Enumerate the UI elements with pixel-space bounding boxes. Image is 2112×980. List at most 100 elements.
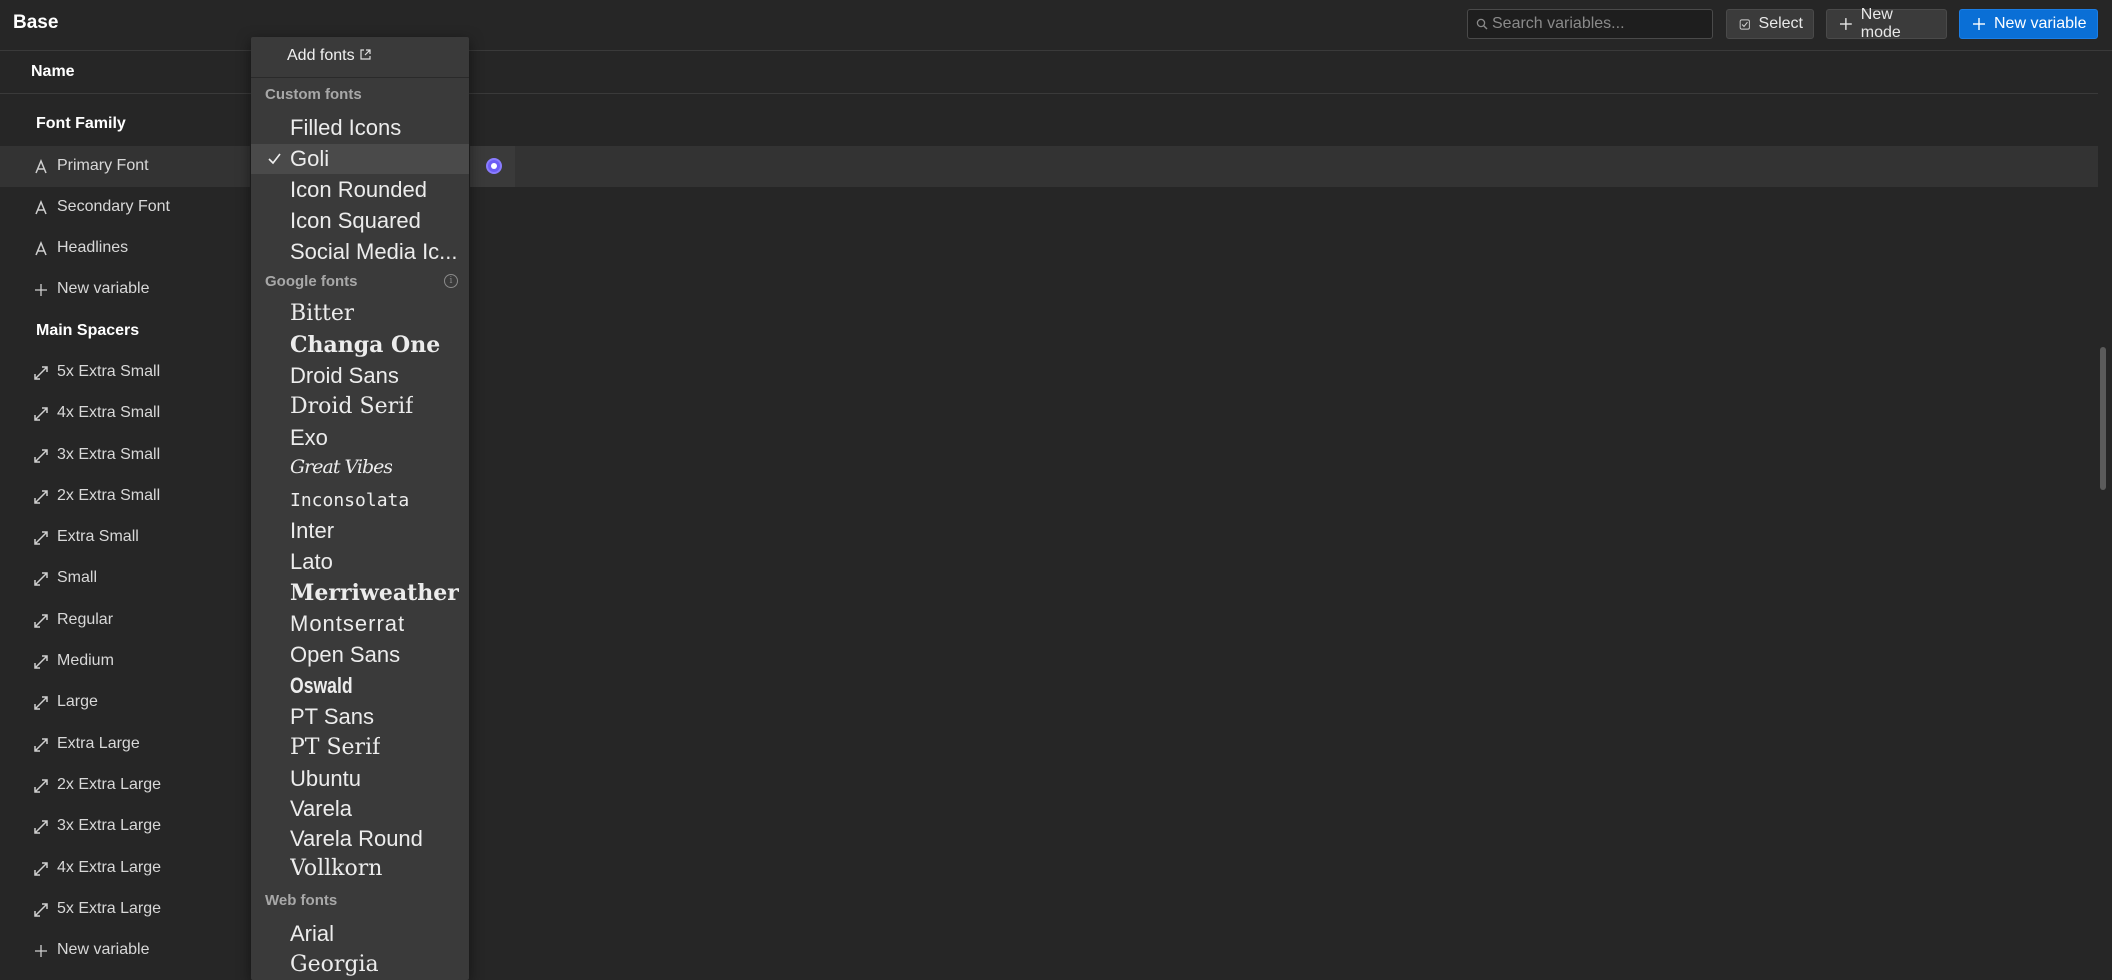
font-option-label: Icon Rounded	[290, 177, 427, 202]
font-option[interactable]: Changa One	[251, 330, 469, 360]
font-option[interactable]: Montserrat	[251, 609, 469, 639]
font-option-label: Droid Serif	[290, 394, 414, 419]
variable-row-spacer[interactable]: 3x Extra Large	[0, 806, 250, 847]
font-option[interactable]: Exo	[251, 423, 469, 453]
group-heading-font-family: Font Family	[36, 115, 126, 132]
collection-title: Base	[13, 12, 59, 33]
font-option[interactable]: Open Sans	[251, 640, 469, 670]
new-mode-label: New mode	[1860, 6, 1901, 41]
font-option[interactable]: Ubuntu	[251, 764, 469, 794]
font-option[interactable]: Droid Sans	[251, 361, 469, 391]
select-button[interactable]: Select	[1726, 9, 1814, 39]
variable-label: Secondary Font	[57, 198, 170, 215]
divider	[251, 77, 469, 78]
variable-row-spacer[interactable]: Medium	[0, 641, 250, 682]
info-icon[interactable]: i	[444, 274, 458, 288]
font-option-label: Goli	[290, 146, 330, 171]
new-variable-label: New variable	[57, 941, 150, 958]
group-heading-main-spacers: Main Spacers	[36, 322, 140, 339]
resize-diagonal-icon	[34, 366, 48, 380]
font-option-label: Droid Sans	[290, 363, 399, 388]
font-option-label: PT Serif	[290, 735, 381, 760]
select-checkbox-icon	[1739, 18, 1750, 30]
font-option-selected[interactable]: Goli	[251, 144, 469, 174]
plus-icon	[1839, 18, 1852, 30]
resize-diagonal-icon	[34, 572, 48, 586]
font-option-label: Varela	[290, 796, 352, 821]
font-option[interactable]: Bitter	[251, 299, 469, 329]
vertical-scrollbar[interactable]	[2100, 347, 2106, 490]
variable-row-spacer[interactable]: Extra Small	[0, 517, 250, 558]
font-option-label: Inter	[290, 518, 335, 543]
checkmark-icon	[268, 153, 281, 165]
add-fonts-link[interactable]: Add fonts	[287, 47, 372, 65]
variable-row-secondary-font[interactable]: Secondary Font	[0, 187, 250, 228]
font-icon	[35, 200, 47, 215]
font-option[interactable]: Merriweather	[251, 578, 469, 608]
resize-diagonal-icon	[34, 738, 48, 752]
resize-diagonal-icon	[34, 655, 48, 669]
variable-row-spacer[interactable]: 5x Extra Large	[0, 889, 250, 930]
resize-diagonal-icon	[34, 862, 48, 876]
font-option-label: Great Vibes	[290, 456, 393, 478]
search-input[interactable]	[1492, 10, 1704, 38]
font-option[interactable]: Lato	[251, 547, 469, 577]
font-option[interactable]: Icon Squared	[251, 206, 469, 236]
variable-label: Extra Small	[57, 528, 139, 545]
font-option[interactable]: Filled Icons	[251, 113, 469, 143]
variable-label: 3x Extra Small	[57, 446, 161, 463]
variable-label: Primary Font	[57, 157, 149, 174]
font-option[interactable]: Droid Serif	[251, 392, 469, 422]
variable-label: 5x Extra Small	[57, 363, 161, 380]
font-option[interactable]: Varela Round	[251, 824, 469, 854]
variable-label: Regular	[57, 611, 114, 628]
variable-row-spacer[interactable]: 3x Extra Small	[0, 435, 250, 476]
plus-icon	[35, 284, 47, 296]
search-field[interactable]	[1467, 9, 1713, 39]
font-option[interactable]: Vollkorn	[251, 854, 469, 884]
variable-row-spacer[interactable]: Small	[0, 558, 250, 599]
font-option-label: Merriweather	[290, 580, 459, 606]
font-option[interactable]: Icon Rounded	[251, 175, 469, 205]
variable-row-headlines[interactable]: Headlines	[0, 228, 250, 269]
variable-row-spacer[interactable]: 2x Extra Small	[0, 476, 250, 517]
font-option[interactable]: Inter	[251, 516, 469, 546]
variable-row-spacer[interactable]: 2x Extra Large	[0, 765, 250, 806]
section-google-fonts: Google fonts	[265, 273, 358, 290]
variable-row-spacer[interactable]: 5x Extra Small	[0, 352, 250, 393]
variable-row-spacer[interactable]: Large	[0, 682, 250, 723]
font-option[interactable]: Social Media Ic...	[251, 237, 469, 267]
new-variable-row[interactable]: New variable	[0, 269, 250, 310]
section-custom-fonts: Custom fonts	[265, 86, 362, 103]
font-option[interactable]: Oswald	[251, 671, 469, 701]
new-variable-button[interactable]: New variable	[1959, 9, 2098, 39]
section-web-fonts: Web fonts	[265, 892, 338, 909]
variable-row-spacer[interactable]: 4x Extra Large	[0, 848, 250, 889]
font-option-label: PT Sans	[290, 704, 374, 729]
variable-row-primary-font[interactable]: Primary Font	[0, 146, 250, 187]
variable-row-spacer[interactable]: Extra Large	[0, 724, 250, 765]
font-option[interactable]: Arial	[251, 919, 469, 949]
new-variable-row[interactable]: New variable	[0, 930, 250, 971]
font-option[interactable]: PT Sans	[251, 702, 469, 732]
variable-row-spacer[interactable]: 4x Extra Small	[0, 393, 250, 434]
font-option-label: Montserrat	[290, 611, 406, 636]
font-option[interactable]: Georgia	[251, 950, 469, 980]
font-option[interactable]: PT Serif	[251, 733, 469, 763]
variable-row-spacer[interactable]: Regular	[0, 600, 250, 641]
font-option-label: Inconsolata	[290, 490, 410, 511]
font-option-label: Varela Round	[290, 826, 423, 851]
resize-diagonal-icon	[34, 779, 48, 793]
resize-diagonal-icon	[34, 407, 48, 421]
font-option[interactable]: Great Vibes	[251, 454, 469, 484]
font-option-label: Arial	[290, 921, 335, 946]
variable-label: 2x Extra Large	[57, 776, 162, 793]
mode-radio-selected[interactable]	[486, 158, 502, 174]
variable-label: Medium	[57, 652, 114, 669]
new-mode-button[interactable]: New mode	[1826, 6, 1947, 41]
new-variable-label: New variable	[57, 280, 150, 297]
new-variable-label: New variable	[1994, 15, 2087, 32]
font-option[interactable]: Varela	[251, 794, 469, 824]
font-option[interactable]: Inconsolata	[251, 485, 469, 515]
resize-diagonal-icon	[34, 449, 48, 463]
